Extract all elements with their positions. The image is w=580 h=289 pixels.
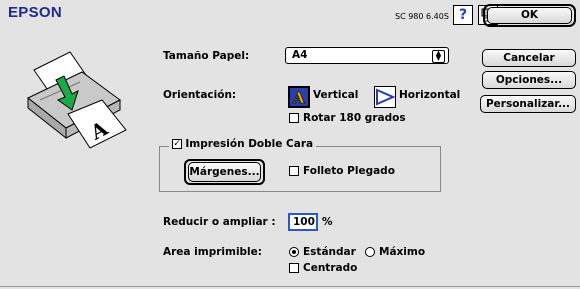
paper-size-value: A4 — [292, 49, 308, 61]
margins-button[interactable]: Márgenes... — [188, 162, 261, 182]
options-button[interactable]: Opciones... — [482, 71, 576, 89]
bottom-divider — [0, 286, 580, 287]
portrait-orientation-icon[interactable]: A — [288, 86, 310, 108]
zoom-input[interactable]: 100 — [288, 213, 318, 231]
zoom-unit: % — [322, 216, 333, 228]
brand-logo: EPSON — [8, 4, 63, 21]
folded-booklet-checkbox[interactable] — [289, 166, 299, 176]
radio-selected-dot — [292, 250, 296, 254]
landscape-orientation-icon[interactable] — [374, 86, 396, 108]
rotate-180-label[interactable]: Rotar 180 grados — [303, 112, 406, 124]
paper-size-label: Tamaño Papel: — [163, 50, 250, 62]
printer-illustration-icon: A — [20, 50, 150, 153]
maximum-radio[interactable] — [365, 247, 375, 257]
help-icon[interactable]: ? — [453, 5, 473, 25]
centered-checkbox[interactable] — [289, 263, 299, 273]
printable-area-label: Area imprimible: — [163, 246, 262, 258]
folded-booklet-label[interactable]: Folleto Plegado — [303, 165, 395, 177]
portrait-label[interactable]: Vertical — [313, 89, 358, 101]
duplex-label[interactable]: Impresión Doble Cara — [185, 138, 313, 150]
paper-size-select[interactable]: A4 ▲ ▼ — [285, 47, 449, 64]
landscape-label[interactable]: Horizontal — [399, 89, 460, 101]
standard-radio[interactable] — [289, 247, 299, 257]
cancel-button[interactable]: Cancelar — [482, 49, 576, 67]
orientation-label: Orientación: — [163, 89, 237, 101]
zoom-label: Reducir o ampliar : — [163, 216, 276, 228]
standard-label[interactable]: Estándar — [303, 246, 356, 258]
version-label: SC 980 6.40S — [395, 12, 449, 21]
duplex-group-title: ✓ Impresión Doble Cara — [169, 138, 317, 150]
ok-button[interactable]: OK — [487, 7, 572, 24]
customize-button[interactable]: Personalizar... — [480, 95, 576, 113]
duplex-checkbox[interactable]: ✓ — [172, 139, 182, 149]
rotate-180-checkbox[interactable] — [289, 113, 299, 123]
svg-text:A: A — [292, 89, 305, 106]
maximum-label[interactable]: Máximo — [379, 246, 425, 258]
centered-label[interactable]: Centrado — [303, 262, 357, 274]
chevron-updown-icon: ▲ ▼ — [432, 50, 445, 63]
